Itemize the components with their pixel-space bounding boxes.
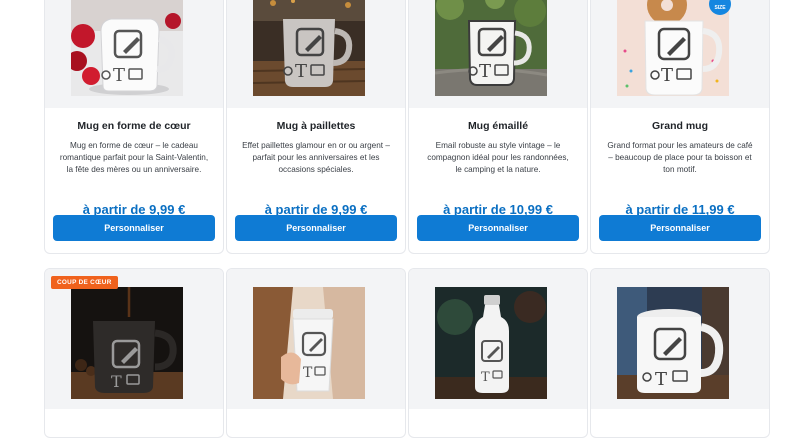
product-description: Mug en forme de cœur – le cadeau romanti…: [59, 141, 209, 174]
product-card-heart-mug[interactable]: T Mug en forme de cœur Mug en forme de c…: [44, 0, 224, 254]
product-photo[interactable]: T: [617, 287, 729, 399]
product-image-area: T: [45, 0, 223, 108]
product-card-glitter-mug[interactable]: T Mug à paillettes Effet paillettes glam…: [226, 0, 406, 254]
beer-stein-icon: T: [617, 287, 729, 399]
product-card-beer-stein[interactable]: T: [590, 268, 770, 438]
product-photo[interactable]: T: [71, 0, 183, 96]
enamel-mug-icon: T: [435, 0, 547, 96]
product-photo[interactable]: T: [435, 287, 547, 399]
product-image-area: T: [227, 269, 405, 409]
big-mug-icon: T: [617, 0, 729, 96]
product-photo[interactable]: T: [253, 287, 365, 399]
svg-text:T: T: [111, 372, 122, 391]
product-card-magic-mug[interactable]: COUP DE CŒUR T: [44, 268, 224, 438]
svg-text:T: T: [295, 61, 307, 82]
product-description: Effet paillettes glamour en or ou argent…: [242, 141, 390, 174]
product-card-big-mug[interactable]: SIZE T Grand mug Grand format pour les a…: [590, 0, 770, 254]
svg-text:T: T: [661, 65, 673, 86]
product-title: Grand mug: [651, 120, 708, 132]
svg-text:T: T: [113, 65, 125, 86]
svg-text:T: T: [303, 365, 313, 381]
product-photo[interactable]: SIZE T: [617, 0, 731, 96]
personalize-button[interactable]: Personnaliser: [599, 215, 761, 241]
product-image-area: T: [227, 0, 405, 108]
product-card-enamel-mug[interactable]: T Mug émaillé Email robuste au style vin…: [408, 0, 588, 254]
svg-text:T: T: [655, 369, 667, 390]
personalize-button[interactable]: Personnaliser: [53, 215, 215, 241]
heart-mug-icon: T: [71, 0, 183, 96]
product-title: Mug en forme de cœur: [77, 120, 191, 132]
product-card-water-bottle[interactable]: T: [408, 268, 588, 438]
svg-text:T: T: [481, 370, 490, 385]
product-image-area: T: [45, 269, 223, 409]
product-image-area: T: [591, 269, 769, 409]
product-image-area: T: [409, 269, 587, 409]
svg-text:T: T: [479, 61, 491, 82]
magic-mug-icon: T: [71, 287, 183, 399]
glitter-mug-icon: T: [253, 0, 365, 96]
product-image-area: T: [409, 0, 587, 108]
product-description: Email robuste au style vintage – le comp…: [427, 141, 569, 174]
product-description: Grand format pour les amateurs de café –…: [607, 141, 753, 174]
personalize-button[interactable]: Personnaliser: [235, 215, 397, 241]
product-photo[interactable]: T: [435, 0, 547, 96]
product-title: Mug émaillé: [467, 120, 529, 132]
water-bottle-icon: T: [435, 287, 547, 399]
product-photo[interactable]: T: [71, 287, 183, 399]
favorite-badge: COUP DE CŒUR: [51, 276, 118, 289]
product-card-travel-tumbler[interactable]: T: [226, 268, 406, 438]
travel-tumbler-icon: T: [253, 287, 365, 399]
product-photo[interactable]: T: [253, 0, 365, 96]
product-title: Mug à paillettes: [276, 120, 356, 132]
personalize-button[interactable]: Personnaliser: [417, 215, 579, 241]
product-image-area: SIZE T: [591, 0, 769, 108]
